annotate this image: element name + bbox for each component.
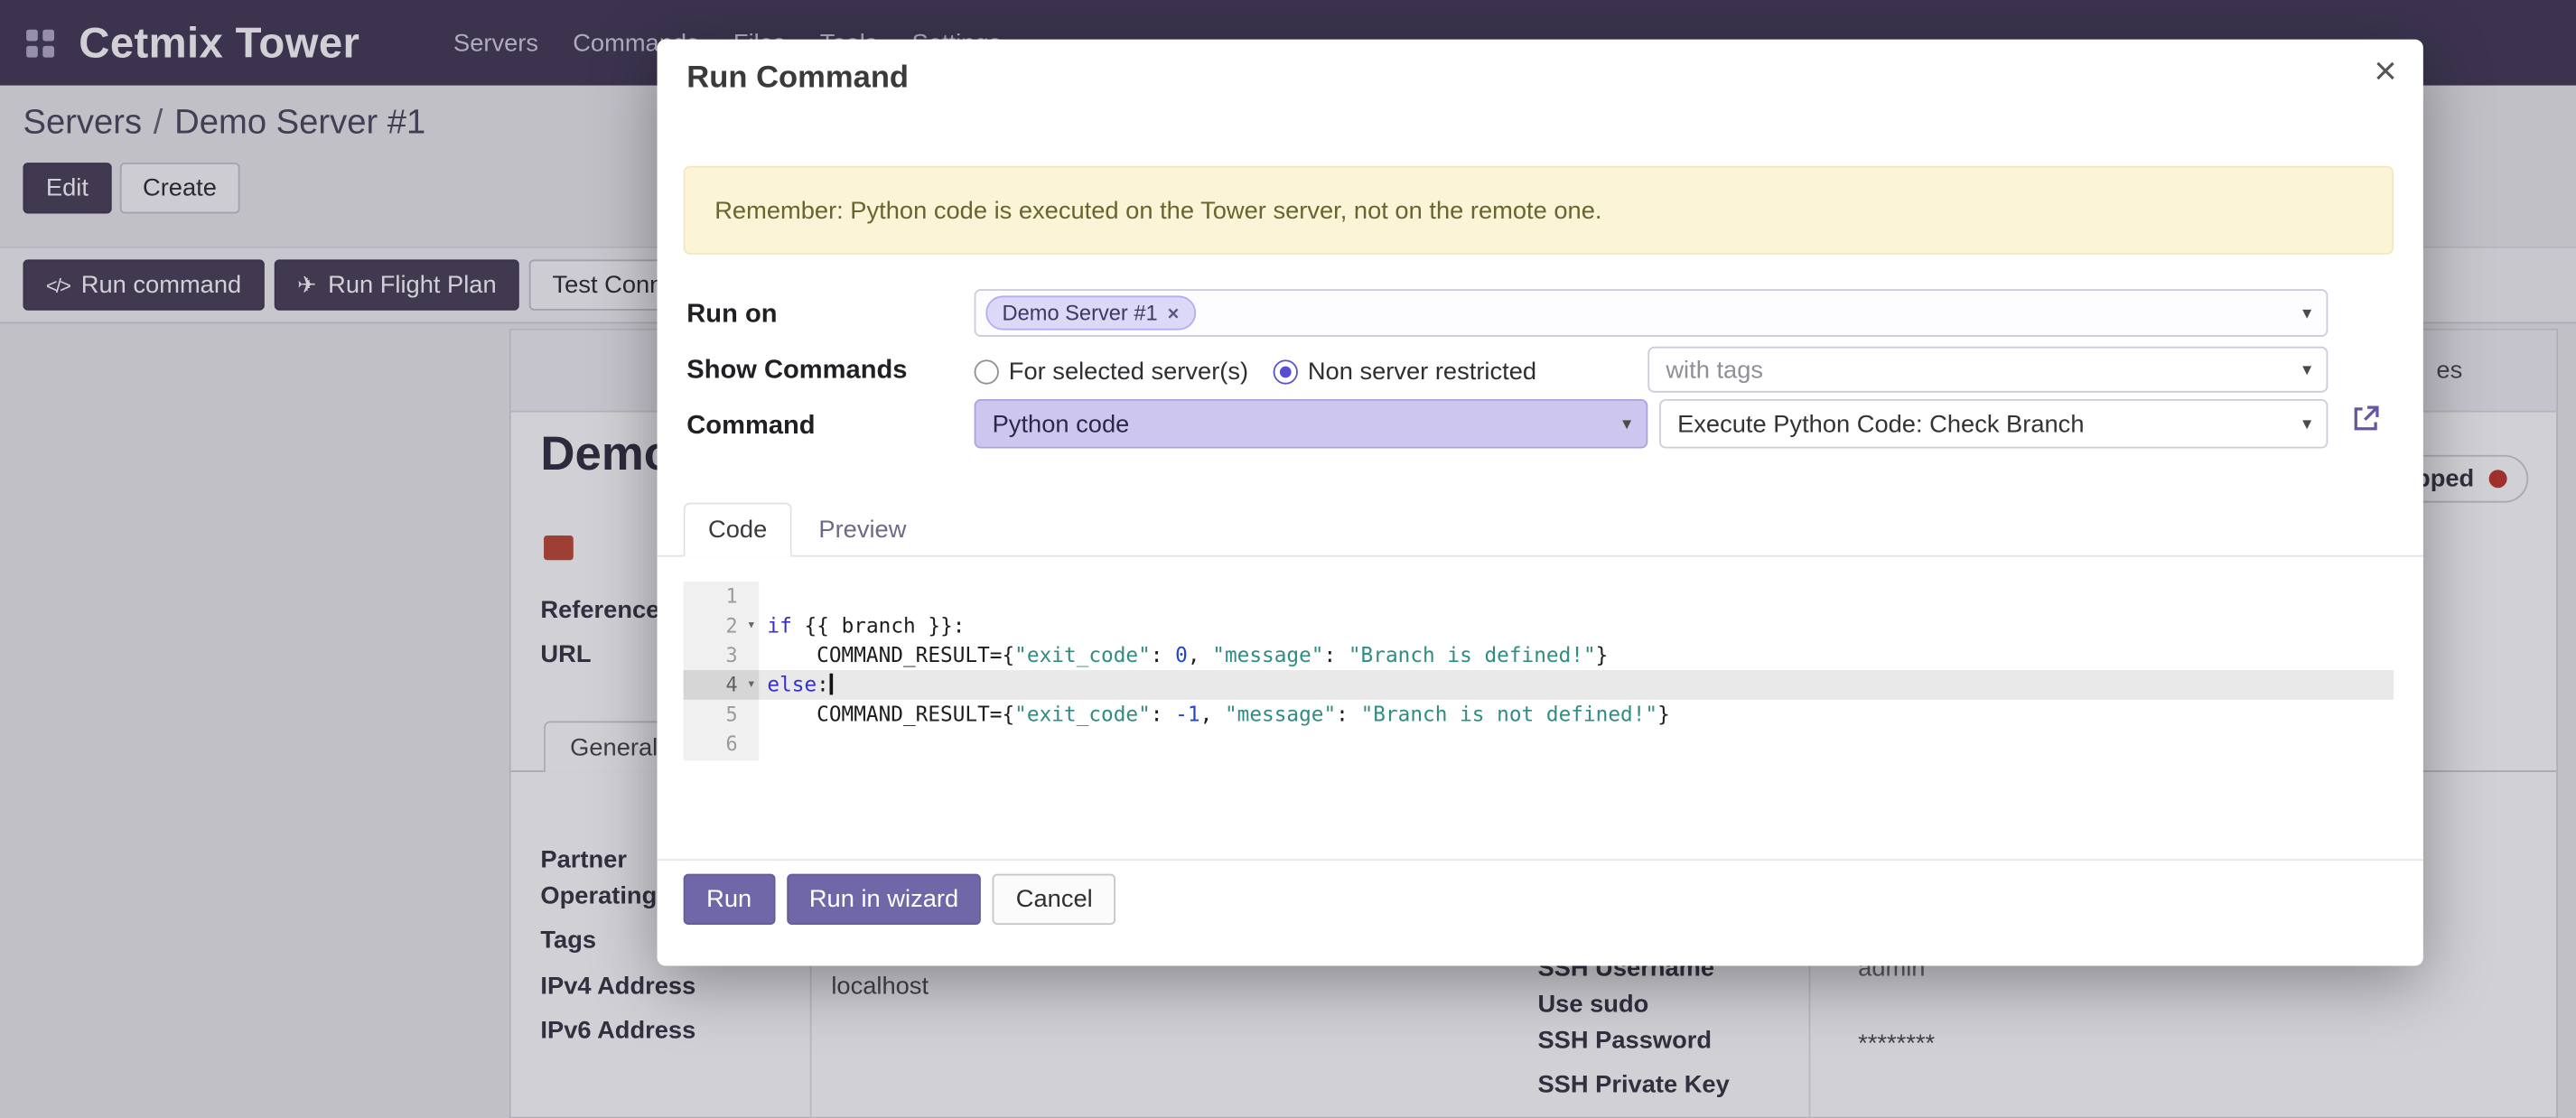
fold-caret-icon[interactable]: ▾ (747, 670, 756, 700)
gutter-line-5[interactable]: 5 (684, 700, 760, 730)
radio-label-non-server-restricted[interactable]: Non server restricted (1308, 359, 1536, 387)
code-line-4[interactable]: else: (759, 670, 2394, 700)
tab-preview[interactable]: Preview (798, 503, 927, 557)
chevron-down-icon: ▾ (1622, 413, 1631, 434)
modal-title: Run Command (686, 61, 909, 97)
with-tags-select[interactable]: with tags ▾ (1647, 347, 2328, 393)
editor-code[interactable]: if {{ branch }}: COMMAND_RESULT={"exit_c… (759, 582, 2394, 760)
run-button[interactable]: Run (684, 874, 775, 925)
command-select[interactable]: Execute Python Code: Check Branch ▾ (1659, 399, 2328, 449)
chevron-down-icon: ▾ (2302, 413, 2311, 434)
code-line-3[interactable]: COMMAND_RESULT={"exit_code": 0, "message… (759, 640, 2394, 670)
gutter-line-6[interactable]: 6 (684, 730, 760, 759)
run-command-modal: Run Command × Remember: Python code is e… (658, 40, 2423, 966)
radio-for-selected-servers[interactable] (975, 359, 999, 384)
show-commands-label: Show Commands (686, 357, 907, 387)
modal-footer: Run Run in wizard Cancel (684, 874, 1116, 925)
command-type-select[interactable]: Python code ▾ (975, 399, 1648, 449)
tabs-rule (658, 555, 2423, 557)
radio-non-server-restricted[interactable] (1274, 359, 1298, 384)
chevron-down-icon: ▾ (2302, 359, 2311, 380)
run-on-multiselect[interactable]: Demo Server #1 × ▾ (975, 289, 2329, 337)
tab-code[interactable]: Code (684, 503, 792, 557)
footer-rule (658, 859, 2423, 861)
code-line-2[interactable]: if {{ branch }}: (759, 611, 2394, 641)
code-line-5[interactable]: COMMAND_RESULT={"exit_code": -1, "messag… (759, 700, 2394, 730)
code-editor[interactable]: 12▾34▾56 if {{ branch }}: COMMAND_RESULT… (684, 582, 2394, 760)
server-tag[interactable]: Demo Server #1 × (985, 295, 1195, 330)
code-line-6[interactable] (759, 730, 2394, 759)
code-line-1[interactable] (759, 582, 2394, 611)
fold-caret-icon[interactable]: ▾ (747, 611, 756, 641)
text-cursor (829, 674, 833, 695)
remove-tag-icon[interactable]: × (1168, 302, 1180, 324)
chevron-down-icon[interactable]: ▾ (2302, 303, 2311, 324)
gutter-line-3[interactable]: 3 (684, 640, 760, 670)
alert-text: Remember: Python code is executed on the… (714, 196, 1601, 224)
cancel-button[interactable]: Cancel (993, 874, 1115, 925)
close-icon[interactable]: × (2374, 50, 2396, 97)
gutter-line-4[interactable]: 4▾ (684, 670, 760, 700)
gutter-line-2[interactable]: 2▾ (684, 611, 760, 641)
server-tag-label: Demo Server #1 (1003, 301, 1158, 325)
run-on-label: Run on (686, 301, 777, 331)
command-label: Command (686, 413, 815, 443)
radio-label-for-selected-servers[interactable]: For selected server(s) (1009, 359, 1248, 387)
editor-gutter: 12▾34▾56 (684, 582, 760, 760)
gutter-line-1[interactable]: 1 (684, 582, 760, 611)
run-in-wizard-button[interactable]: Run in wizard (786, 874, 981, 925)
python-warning-alert: Remember: Python code is executed on the… (684, 166, 2394, 255)
external-link-icon[interactable] (2349, 403, 2382, 435)
screen: Cetmix Tower Servers Commands Files Tool… (0, 0, 2576, 1118)
